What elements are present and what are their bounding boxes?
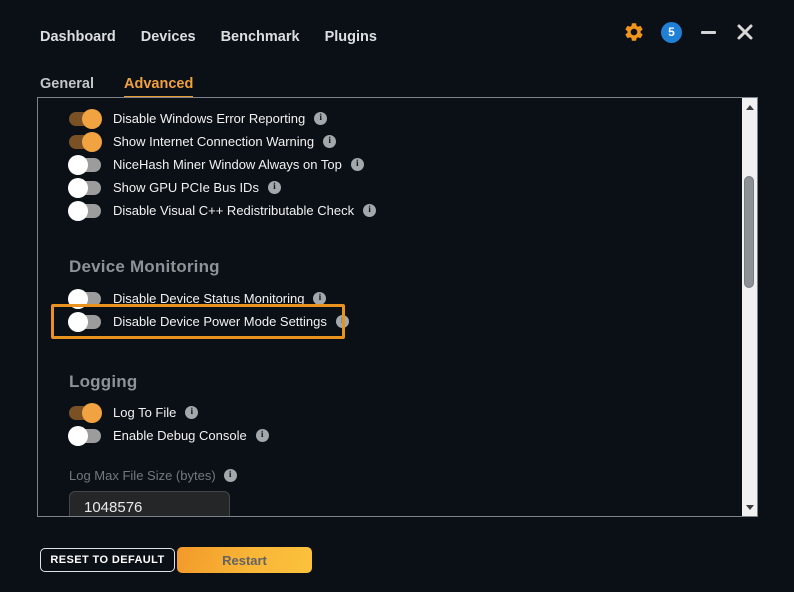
setting-label: Disable Visual C++ Redistributable Check — [113, 203, 354, 218]
minimize-button[interactable] — [697, 21, 719, 43]
tab-general[interactable]: General — [40, 76, 94, 98]
setting-label: Show Internet Connection Warning — [113, 134, 314, 149]
toggle-miner-window-always-on-top[interactable] — [69, 158, 101, 172]
triangle-down-icon — [746, 505, 754, 510]
setting-label: Enable Debug Console — [113, 428, 247, 443]
nav-item-devices[interactable]: Devices — [141, 29, 196, 45]
toggle-knob — [68, 178, 88, 198]
setting-row: Disable Windows Error Reporting — [69, 107, 757, 130]
reset-to-default-button[interactable]: RESET TO DEFAULT — [40, 548, 175, 572]
scrollbar[interactable] — [742, 98, 757, 516]
toggle-disable-windows-error-reporting[interactable] — [69, 112, 101, 126]
toggle-knob — [82, 132, 102, 152]
toggle-show-gpu-pcie-bus-ids[interactable] — [69, 181, 101, 195]
nav-item-benchmark[interactable]: Benchmark — [221, 29, 300, 45]
toggle-knob — [82, 109, 102, 129]
main-nav: Dashboard Devices Benchmark Plugins — [40, 29, 377, 45]
scrollbar-down-arrow[interactable] — [742, 500, 757, 514]
nav-item-plugins[interactable]: Plugins — [325, 29, 377, 45]
field-label-text: Log Max File Size (bytes) — [69, 468, 216, 483]
settings-tabs: General Advanced — [40, 76, 193, 98]
setting-row: NiceHash Miner Window Always on Top — [69, 153, 757, 176]
info-icon[interactable] — [224, 469, 237, 482]
toggle-knob — [68, 155, 88, 175]
setting-row: Disable Device Status Monitoring — [69, 287, 757, 310]
setting-label: Disable Windows Error Reporting — [113, 111, 305, 126]
setting-row: Show Internet Connection Warning — [69, 130, 757, 153]
tab-advanced[interactable]: Advanced — [124, 76, 193, 98]
setting-label: Disable Device Power Mode Settings — [113, 314, 327, 329]
setting-row: Enable Debug Console — [69, 424, 757, 447]
setting-row: Log To File — [69, 401, 757, 424]
settings-scroll-area: Disable Windows Error Reporting Show Int… — [37, 97, 758, 517]
notification-badge[interactable]: 5 — [661, 22, 682, 43]
toggle-disable-visual-cpp-check[interactable] — [69, 204, 101, 218]
info-icon[interactable] — [363, 204, 376, 217]
setting-label: Log To File — [113, 405, 176, 420]
toggle-show-internet-connection-warning[interactable] — [69, 135, 101, 149]
setting-label: NiceHash Miner Window Always on Top — [113, 157, 342, 172]
section-title-logging: Logging — [69, 370, 757, 394]
toggle-disable-device-status-monitoring[interactable] — [69, 292, 101, 306]
toggle-log-to-file[interactable] — [69, 406, 101, 420]
setting-label: Show GPU PCIe Bus IDs — [113, 180, 259, 195]
gear-icon — [623, 21, 645, 43]
close-button[interactable] — [734, 21, 756, 43]
info-icon[interactable] — [268, 181, 281, 194]
settings-content: Disable Windows Error Reporting Show Int… — [38, 98, 757, 517]
toggle-disable-device-power-mode-settings[interactable] — [69, 315, 101, 329]
toggle-enable-debug-console[interactable] — [69, 429, 101, 443]
nav-item-dashboard[interactable]: Dashboard — [40, 29, 116, 45]
toggle-knob — [82, 403, 102, 423]
triangle-up-icon — [746, 105, 754, 110]
toggle-knob — [68, 289, 88, 309]
info-icon[interactable] — [313, 292, 326, 305]
scrollbar-up-arrow[interactable] — [742, 100, 757, 114]
info-icon[interactable] — [185, 406, 198, 419]
setting-row-highlighted: Disable Device Power Mode Settings — [69, 310, 757, 333]
window-controls: 5 — [622, 20, 756, 44]
minimize-icon — [701, 31, 716, 34]
toggle-knob — [68, 312, 88, 332]
info-icon[interactable] — [314, 112, 327, 125]
close-icon — [736, 23, 754, 41]
scrollbar-thumb[interactable] — [744, 176, 754, 288]
info-icon[interactable] — [336, 315, 349, 328]
restart-button[interactable]: Restart — [177, 547, 312, 573]
info-icon[interactable] — [256, 429, 269, 442]
log-max-file-size-input[interactable] — [69, 491, 230, 517]
toggle-knob — [68, 201, 88, 221]
info-icon[interactable] — [351, 158, 364, 171]
setting-row: Disable Visual C++ Redistributable Check — [69, 199, 757, 222]
section-title-device-monitoring: Device Monitoring — [69, 255, 757, 279]
settings-gear-button[interactable] — [622, 20, 646, 44]
setting-label: Disable Device Status Monitoring — [113, 291, 304, 306]
toggle-knob — [68, 426, 88, 446]
log-max-file-size-label-row: Log Max File Size (bytes) — [69, 468, 757, 483]
setting-row: Show GPU PCIe Bus IDs — [69, 176, 757, 199]
info-icon[interactable] — [323, 135, 336, 148]
